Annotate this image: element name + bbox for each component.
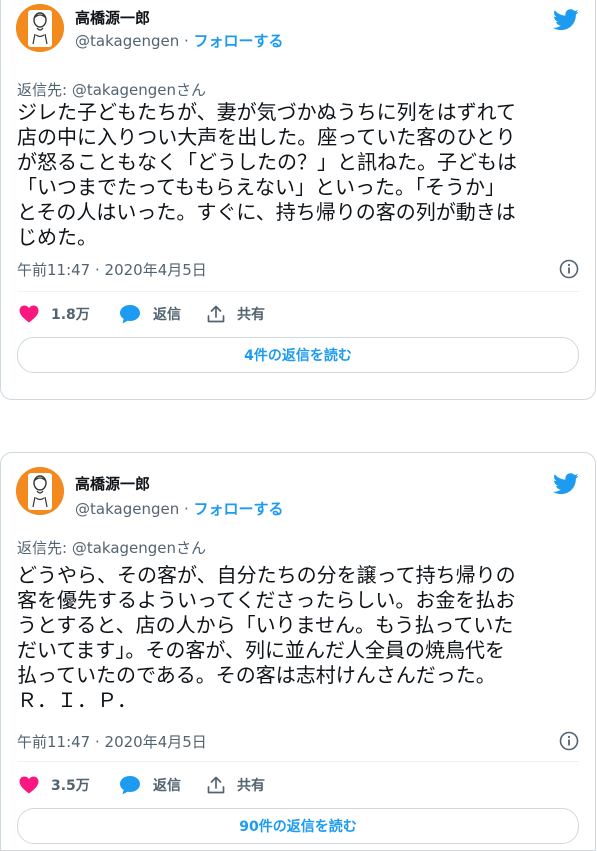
author-handle[interactable]: @takagengen bbox=[75, 32, 179, 50]
follow-button[interactable]: フォローする bbox=[194, 500, 284, 518]
avatar[interactable] bbox=[16, 467, 64, 515]
like-button[interactable]: 1.8万 bbox=[19, 303, 90, 325]
divider bbox=[17, 761, 579, 762]
divider bbox=[17, 291, 579, 292]
avatar[interactable] bbox=[16, 4, 64, 52]
author-name[interactable]: 高橋源一郎 bbox=[75, 7, 150, 28]
share-upload-icon bbox=[207, 776, 225, 794]
share-button[interactable]: 共有 bbox=[207, 774, 265, 796]
read-replies-button[interactable]: 90件の返信を読む bbox=[17, 808, 579, 844]
action-bar: 1.8万 返信 共有 bbox=[17, 303, 579, 327]
twitter-bird-icon[interactable] bbox=[553, 9, 579, 31]
separator: · bbox=[179, 500, 194, 518]
handle-row: @takagengen · フォローする bbox=[75, 30, 284, 51]
follow-button[interactable]: フォローする bbox=[194, 32, 284, 50]
reply-to-label: 返信先: @takagengenさん bbox=[17, 81, 207, 99]
timestamp[interactable]: 午前11:47 · 2020年4月5日 bbox=[17, 731, 207, 752]
action-bar: 3.5万 返信 共有 bbox=[17, 774, 579, 798]
share-label: 共有 bbox=[237, 778, 265, 794]
author-handle[interactable]: @takagengen bbox=[75, 500, 179, 518]
like-count: 1.8万 bbox=[51, 307, 90, 323]
share-upload-icon bbox=[207, 305, 225, 323]
author-name[interactable]: 高橋源一郎 bbox=[75, 473, 150, 494]
like-count: 3.5万 bbox=[51, 778, 90, 794]
speech-bubble-icon bbox=[120, 305, 140, 324]
info-icon[interactable] bbox=[559, 731, 579, 751]
reply-button[interactable]: 返信 bbox=[119, 774, 181, 796]
share-label: 共有 bbox=[237, 307, 265, 323]
read-replies-button[interactable]: 4件の返信を読む bbox=[17, 337, 579, 373]
info-icon[interactable] bbox=[559, 259, 579, 279]
twitter-bird-icon[interactable] bbox=[553, 473, 579, 495]
tweet-text: ジレた子どもたちが、妻が気づかぬうちに列をはずれて 店の中に入りつい大声を出した… bbox=[17, 100, 517, 249]
separator: · bbox=[179, 32, 194, 50]
timestamp[interactable]: 午前11:47 · 2020年4月5日 bbox=[17, 259, 207, 280]
reply-label: 返信 bbox=[153, 778, 181, 794]
share-button[interactable]: 共有 bbox=[207, 303, 265, 325]
handle-row: @takagengen · フォローする bbox=[75, 498, 284, 519]
reply-label: 返信 bbox=[153, 307, 181, 323]
tweet-card[interactable]: 高橋源一郎 @takagengen · フォローする 返信先: @takagen… bbox=[0, 452, 596, 851]
like-button[interactable]: 3.5万 bbox=[19, 774, 90, 796]
tweet-text: どうやら、その客が、自分たちの分を譲って持ち帰りの 客を優先するよういってくださ… bbox=[17, 563, 516, 712]
heart-icon bbox=[19, 305, 39, 323]
heart-icon bbox=[19, 776, 39, 794]
reply-button[interactable]: 返信 bbox=[119, 303, 181, 325]
tweet-card[interactable]: 高橋源一郎 @takagengen · フォローする 返信先: @takagen… bbox=[0, 0, 596, 400]
speech-bubble-icon bbox=[120, 776, 140, 795]
reply-to-label: 返信先: @takagengenさん bbox=[17, 539, 207, 557]
